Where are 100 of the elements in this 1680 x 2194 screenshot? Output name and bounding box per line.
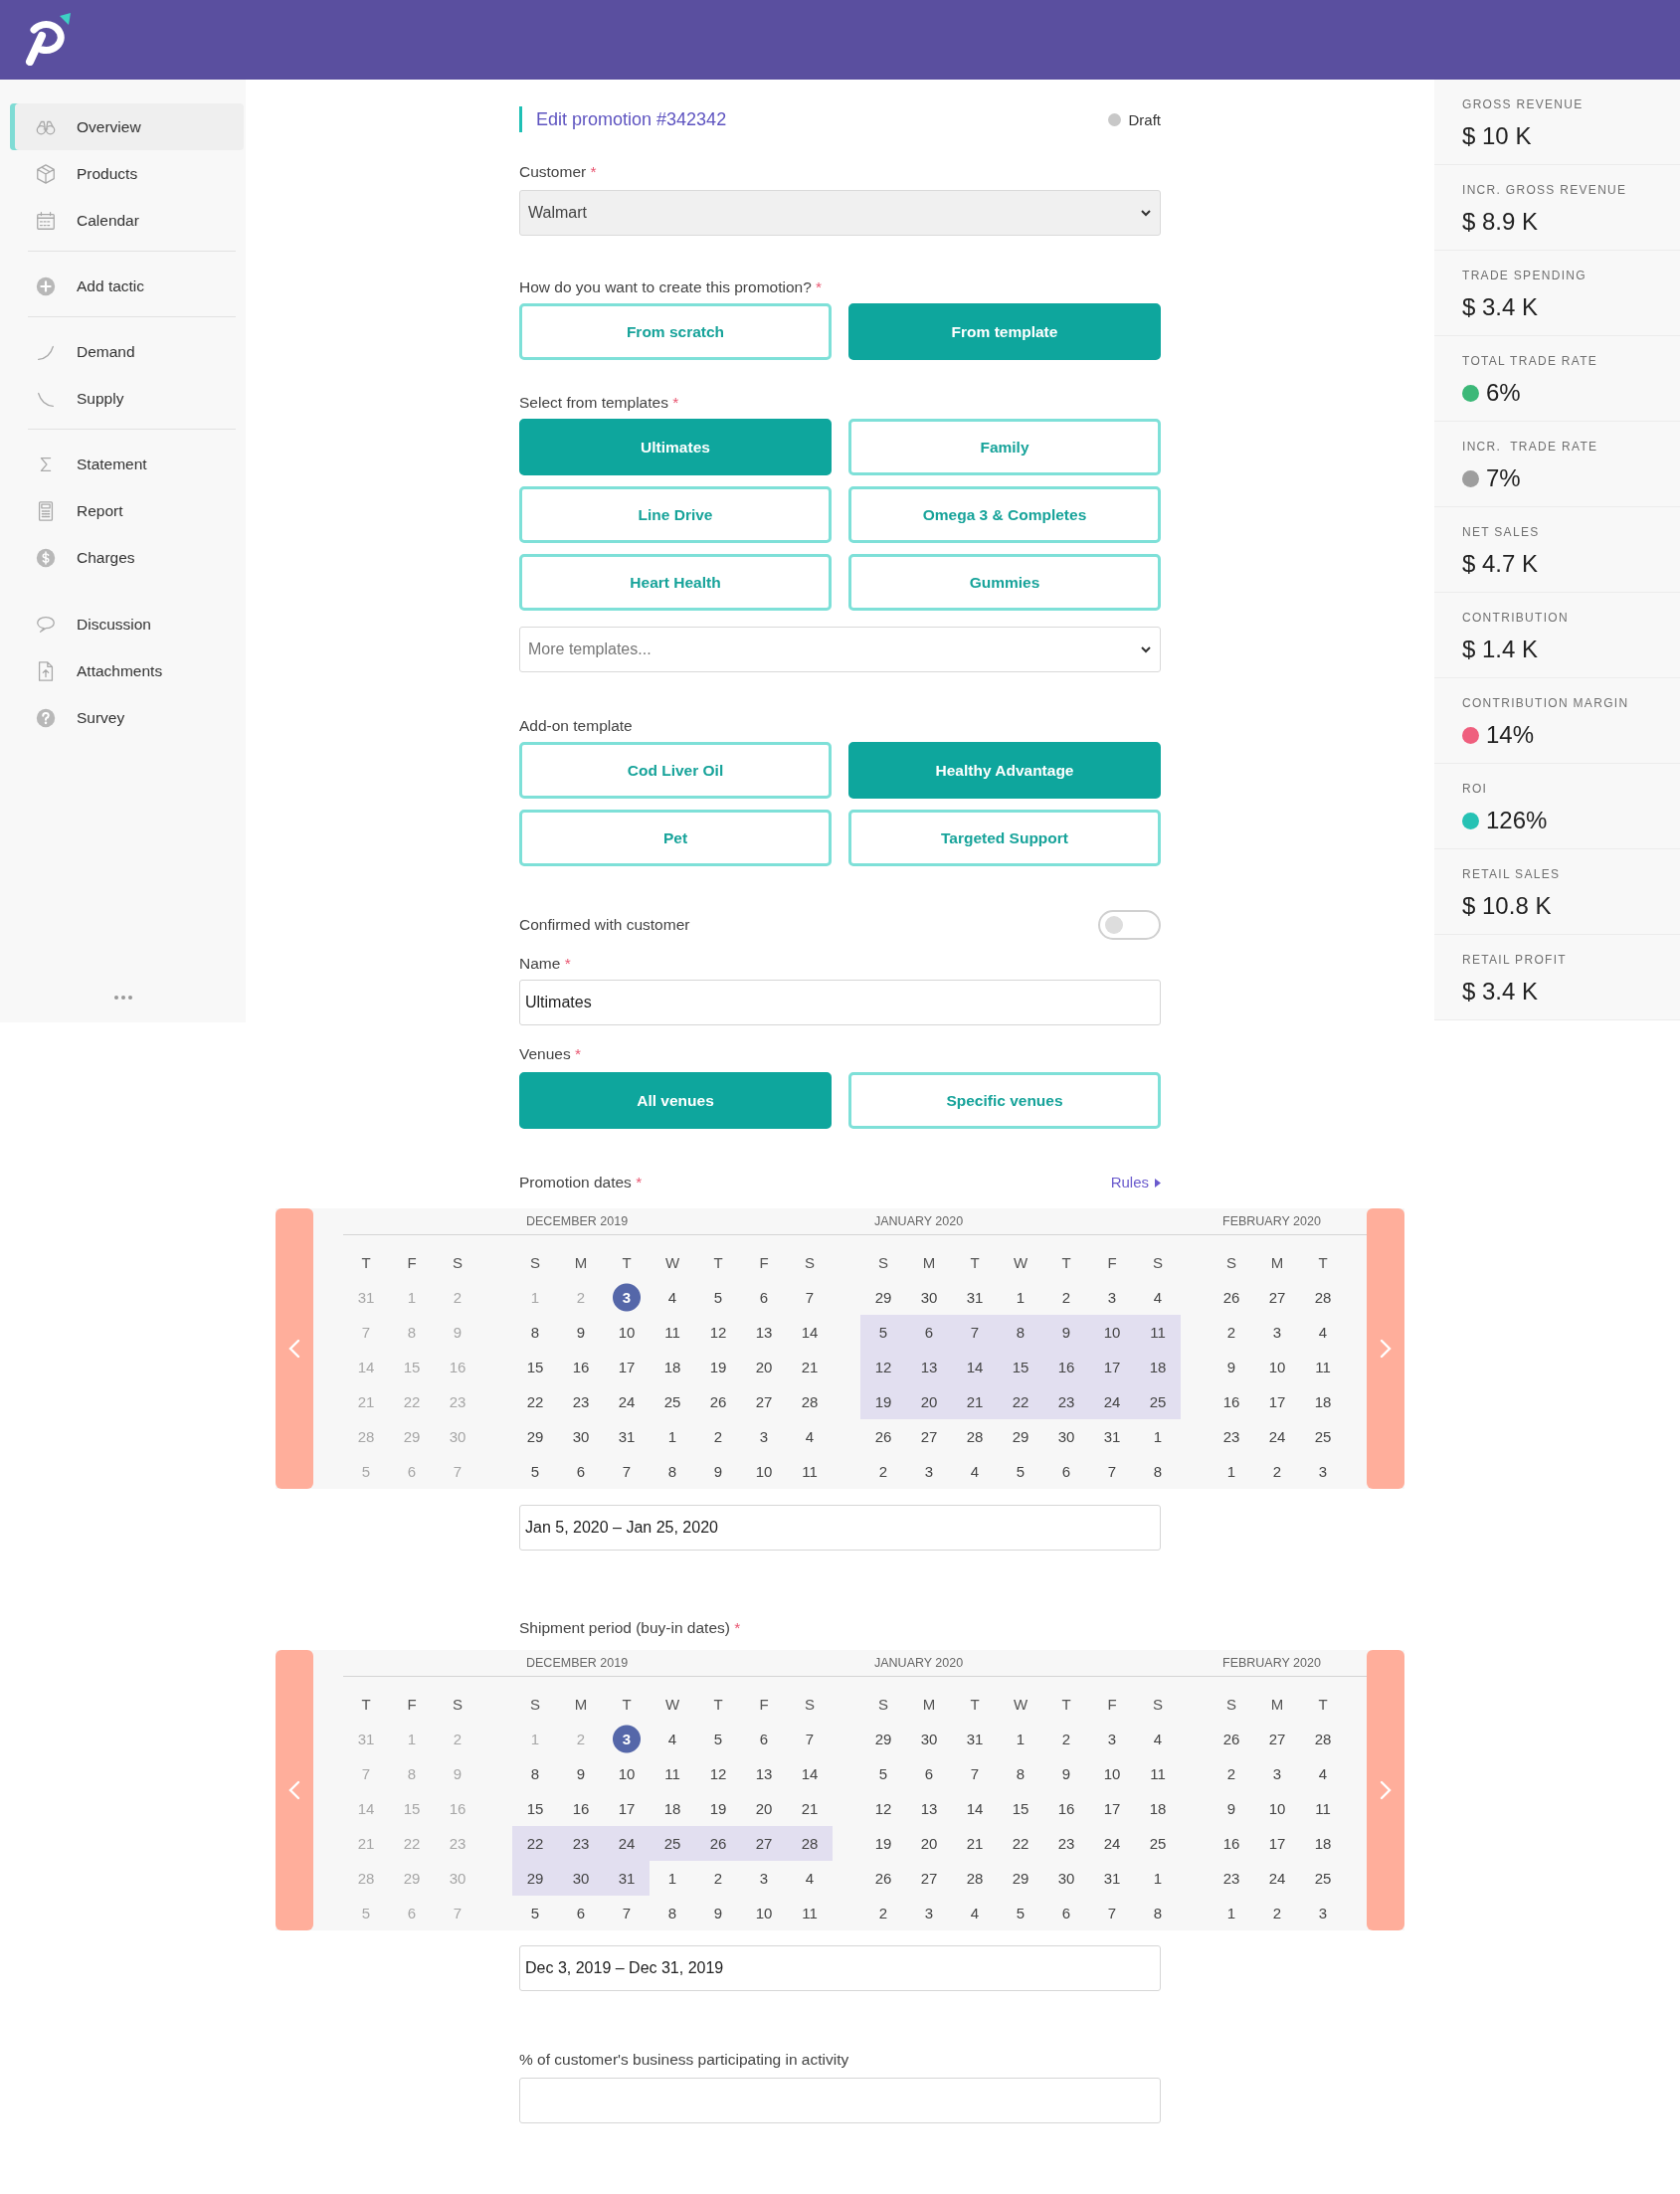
calendar-day[interactable]: 8 xyxy=(1135,1896,1181,1930)
sidebar-item[interactable]: Statement xyxy=(10,441,244,487)
calendar-day[interactable]: 8 xyxy=(512,1756,558,1791)
sidebar-item[interactable]: Survey xyxy=(10,694,244,741)
calendar-day[interactable]: 2 xyxy=(695,1419,741,1454)
calendar-day[interactable]: 15 xyxy=(512,1791,558,1826)
calendar-day[interactable]: 5 xyxy=(512,1454,558,1489)
calendar-day[interactable]: 8 xyxy=(998,1756,1043,1791)
calendar-day[interactable]: 15 xyxy=(512,1350,558,1384)
calendar-day[interactable]: 1 xyxy=(998,1280,1043,1315)
calendar-day[interactable]: 29 xyxy=(512,1861,558,1896)
calendar-day[interactable]: 26 xyxy=(695,1826,741,1861)
rules-link[interactable]: Rules xyxy=(1110,1173,1161,1192)
calendar-day[interactable]: 9 xyxy=(695,1454,741,1489)
calendar-day[interactable]: 26 xyxy=(1209,1280,1254,1315)
calendar-day[interactable]: 6 xyxy=(906,1315,952,1350)
calendar-day[interactable]: 23 xyxy=(1043,1826,1089,1861)
calendar-day[interactable]: 15 xyxy=(998,1350,1043,1384)
calendar-day[interactable]: 23 xyxy=(1209,1861,1254,1896)
calendar-day[interactable]: 3 xyxy=(741,1419,787,1454)
calendar-day[interactable]: 15 xyxy=(998,1791,1043,1826)
calendar-day[interactable]: 31 xyxy=(1089,1861,1135,1896)
calendar-day[interactable]: 6 xyxy=(558,1896,604,1930)
sidebar-item[interactable]: Add tactic xyxy=(10,263,244,309)
calendar-day[interactable]: 2 xyxy=(1254,1896,1300,1930)
calendar-day[interactable]: 5 xyxy=(695,1280,741,1315)
calendar-day[interactable]: 19 xyxy=(860,1384,906,1419)
calendar-day[interactable]: 3 xyxy=(1254,1756,1300,1791)
calendar-day[interactable]: 28 xyxy=(787,1384,833,1419)
calendar-day[interactable]: 4 xyxy=(787,1861,833,1896)
calendar-day[interactable]: 27 xyxy=(741,1384,787,1419)
calendar-day[interactable]: 14 xyxy=(787,1315,833,1350)
calendar-day[interactable]: 30 xyxy=(558,1419,604,1454)
calendar-day[interactable]: 7 xyxy=(604,1896,650,1930)
calendar-day[interactable]: 24 xyxy=(1254,1419,1300,1454)
calendar-day[interactable]: 23 xyxy=(558,1826,604,1861)
calendar-day[interactable]: 10 xyxy=(741,1896,787,1930)
previous-month-button[interactable] xyxy=(276,1650,313,1930)
calendar-day[interactable]: 21 xyxy=(787,1350,833,1384)
calendar-day[interactable]: 5 xyxy=(860,1756,906,1791)
calendar-day[interactable]: 7 xyxy=(787,1722,833,1756)
calendar-day[interactable]: 2 xyxy=(1254,1454,1300,1489)
calendar-day[interactable]: 27 xyxy=(1254,1280,1300,1315)
calendar-day[interactable]: 25 xyxy=(1300,1419,1346,1454)
calendar-day[interactable]: 30 xyxy=(558,1861,604,1896)
calendar-day[interactable]: 19 xyxy=(695,1350,741,1384)
calendar-day[interactable]: 17 xyxy=(1089,1350,1135,1384)
calendar-day[interactable]: 5 xyxy=(998,1454,1043,1489)
calendar-day[interactable]: 21 xyxy=(787,1791,833,1826)
calendar-day[interactable]: 16 xyxy=(1209,1826,1254,1861)
template-dropdown[interactable]: More templates... xyxy=(519,627,1161,672)
calendar-day[interactable]: 1 xyxy=(1135,1861,1181,1896)
calendar-day[interactable]: 6 xyxy=(906,1756,952,1791)
calendar-day[interactable]: 7 xyxy=(787,1280,833,1315)
calendar-day[interactable]: 2 xyxy=(1043,1722,1089,1756)
calendar-day[interactable]: 30 xyxy=(906,1280,952,1315)
next-month-button[interactable] xyxy=(1367,1208,1404,1489)
calendar-day[interactable]: 11 xyxy=(1300,1350,1346,1384)
calendar-day[interactable]: 3 xyxy=(1089,1722,1135,1756)
calendar-day[interactable]: 20 xyxy=(906,1826,952,1861)
calendar-day[interactable]: 4 xyxy=(650,1722,695,1756)
calendar-day[interactable]: 1 xyxy=(650,1861,695,1896)
calendar-day[interactable]: 3 xyxy=(1089,1280,1135,1315)
calendar-day[interactable]: 31 xyxy=(604,1419,650,1454)
toggle-switch[interactable] xyxy=(1098,910,1161,940)
calendar-day[interactable]: 27 xyxy=(1254,1722,1300,1756)
calendar-day[interactable]: 20 xyxy=(741,1791,787,1826)
calendar-day[interactable]: 6 xyxy=(741,1722,787,1756)
calendar-day[interactable]: 10 xyxy=(741,1454,787,1489)
calendar-day[interactable]: 4 xyxy=(952,1454,998,1489)
calendar-day[interactable]: 11 xyxy=(650,1315,695,1350)
calendar-day[interactable]: 8 xyxy=(1135,1454,1181,1489)
calendar-day[interactable]: 1 xyxy=(1209,1896,1254,1930)
calendar-day[interactable]: 22 xyxy=(512,1826,558,1861)
calendar-day[interactable]: 9 xyxy=(1209,1791,1254,1826)
calendar-day[interactable]: 23 xyxy=(1043,1384,1089,1419)
calendar-day[interactable]: 31 xyxy=(604,1861,650,1896)
calendar-day[interactable]: 8 xyxy=(650,1896,695,1930)
calendar-day[interactable]: 16 xyxy=(558,1350,604,1384)
calendar-day[interactable]: 5 xyxy=(512,1896,558,1930)
calendar-day[interactable]: 10 xyxy=(604,1756,650,1791)
calendar-day[interactable]: 14 xyxy=(952,1791,998,1826)
calendar-day[interactable]: 30 xyxy=(1043,1861,1089,1896)
calendar-day[interactable]: 25 xyxy=(1135,1384,1181,1419)
calendar-day[interactable]: 6 xyxy=(1043,1454,1089,1489)
next-month-button[interactable] xyxy=(1367,1650,1404,1930)
calendar-day[interactable]: 7 xyxy=(952,1756,998,1791)
calendar-day[interactable]: 13 xyxy=(741,1756,787,1791)
calendar-day[interactable]: 7 xyxy=(952,1315,998,1350)
calendar-day[interactable]: 11 xyxy=(1135,1315,1181,1350)
calendar-day[interactable]: 16 xyxy=(1209,1384,1254,1419)
calendar-day[interactable]: 21 xyxy=(952,1384,998,1419)
calendar-day[interactable]: 9 xyxy=(695,1896,741,1930)
calendar-day[interactable]: 25 xyxy=(650,1384,695,1419)
calendar-day[interactable]: 9 xyxy=(558,1315,604,1350)
sidebar-item[interactable]: Products xyxy=(10,150,244,197)
calendar-day[interactable]: 3 xyxy=(1300,1454,1346,1489)
calendar-day[interactable]: 26 xyxy=(1209,1722,1254,1756)
calendar-day[interactable]: 9 xyxy=(1043,1315,1089,1350)
calendar-day[interactable]: 31 xyxy=(952,1722,998,1756)
